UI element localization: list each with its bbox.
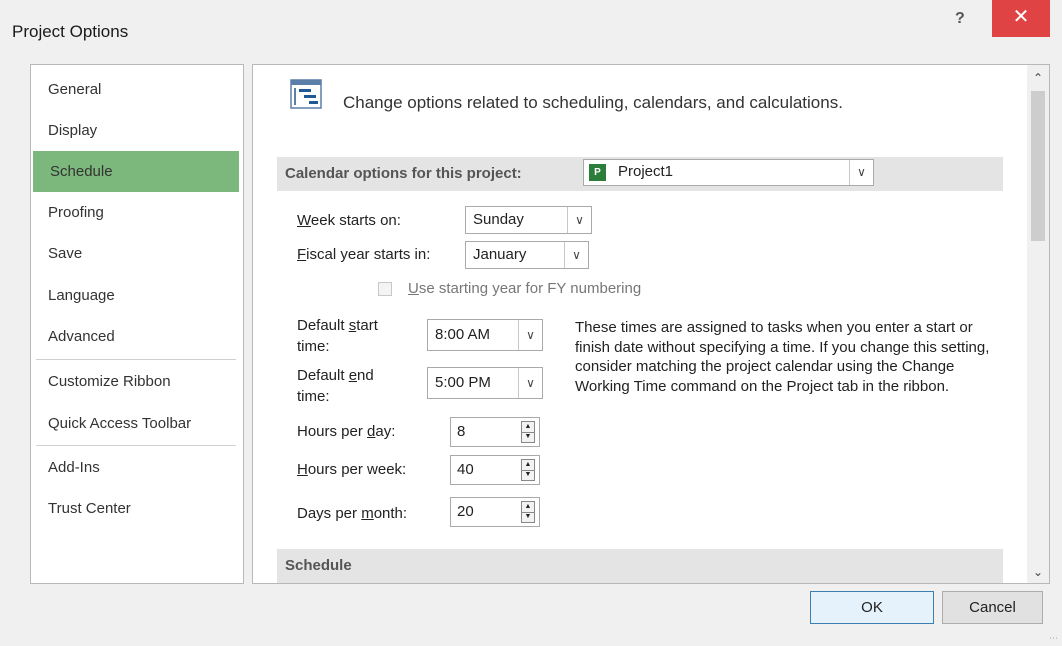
- close-icon: ✕: [1012, 6, 1030, 28]
- close-button[interactable]: ✕: [992, 0, 1050, 37]
- default-end-dropdown[interactable]: 5:00 PM ∨: [427, 367, 543, 399]
- ok-button[interactable]: OK: [810, 591, 934, 624]
- hours-per-week-value: 40: [457, 461, 474, 478]
- nav-item-display[interactable]: Display: [31, 110, 239, 151]
- nav-item-general[interactable]: General: [31, 69, 239, 110]
- calendar-options-label: Calendar options for this project:: [285, 165, 522, 182]
- default-start-label-line2: time:: [297, 338, 330, 355]
- hours-per-week-spinner[interactable]: 40 ▲ ▼: [450, 455, 540, 485]
- week-starts-value: Sunday: [473, 211, 524, 228]
- chevron-down-icon[interactable]: ∨: [518, 368, 542, 398]
- times-explanation: These times are assigned to tasks when y…: [575, 319, 990, 395]
- default-end-label: Default end: [297, 367, 374, 384]
- chevron-down-icon[interactable]: ∨: [564, 242, 588, 268]
- fiscal-year-label: Fiscal year starts in:: [297, 246, 431, 263]
- resize-grip-icon[interactable]: ⋯: [1049, 633, 1059, 643]
- days-per-month-label: Days per month:: [297, 505, 408, 522]
- project-file-icon: P: [589, 164, 606, 181]
- nav-item-save[interactable]: Save: [31, 233, 239, 274]
- options-panel: Change options related to scheduling, ca…: [252, 64, 1050, 584]
- use-starting-year-label: Use starting year for FY numbering: [408, 280, 642, 297]
- nav-item-add-ins[interactable]: Add-Ins: [31, 447, 239, 488]
- hours-per-week-label: Hours per week:: [297, 461, 407, 478]
- spinner-arrows[interactable]: ▲ ▼: [521, 421, 535, 443]
- fiscal-year-dropdown[interactable]: January ∨: [465, 241, 589, 269]
- schedule-section: Schedule: [277, 549, 1003, 583]
- spinner-arrows[interactable]: ▲ ▼: [521, 459, 535, 481]
- project-dropdown[interactable]: P Project1 ∨: [583, 159, 874, 186]
- nav-item-quick-access-toolbar[interactable]: Quick Access Toolbar: [31, 403, 239, 444]
- title-bar: Project Options ? ✕: [0, 0, 1062, 60]
- use-starting-year-checkbox[interactable]: [378, 282, 392, 296]
- arrow-down-icon[interactable]: ▼: [522, 470, 534, 480]
- category-nav: General Display Schedule Proofing Save L…: [30, 64, 244, 584]
- cancel-button[interactable]: Cancel: [942, 591, 1043, 624]
- nav-divider: [36, 445, 236, 446]
- nav-item-advanced[interactable]: Advanced: [31, 316, 239, 357]
- hours-per-day-spinner[interactable]: 8 ▲ ▼: [450, 417, 540, 447]
- days-per-month-spinner[interactable]: 20 ▲ ▼: [450, 497, 540, 527]
- spinner-arrows[interactable]: ▲ ▼: [521, 501, 535, 523]
- chevron-down-icon[interactable]: ∨: [518, 320, 542, 350]
- nav-divider: [36, 359, 236, 360]
- scroll-thumb[interactable]: [1031, 91, 1045, 241]
- fiscal-year-value: January: [473, 246, 527, 263]
- schedule-options-icon: [290, 79, 322, 109]
- arrow-down-icon[interactable]: ▼: [522, 432, 534, 442]
- nav-item-customize-ribbon[interactable]: Customize Ribbon: [31, 361, 239, 402]
- default-start-value: 8:00 AM: [435, 326, 491, 343]
- scroll-down-icon[interactable]: ⌄: [1027, 565, 1049, 579]
- vertical-scrollbar[interactable]: ⌃ ⌄: [1027, 65, 1049, 583]
- chevron-down-icon[interactable]: ∨: [849, 160, 873, 185]
- nav-item-language[interactable]: Language: [31, 275, 239, 316]
- panel-header: Change options related to scheduling, ca…: [343, 93, 843, 112]
- hours-per-day-value: 8: [457, 423, 466, 440]
- arrow-down-icon[interactable]: ▼: [522, 512, 534, 522]
- help-button[interactable]: ?: [955, 10, 965, 28]
- week-starts-dropdown[interactable]: Sunday ∨: [465, 206, 592, 234]
- default-end-value: 5:00 PM: [435, 374, 491, 391]
- project-dropdown-value: Project1: [618, 163, 674, 180]
- scroll-up-icon[interactable]: ⌃: [1027, 71, 1049, 85]
- default-end-label-line2: time:: [297, 388, 330, 405]
- nav-item-trust-center[interactable]: Trust Center: [31, 488, 239, 529]
- default-start-dropdown[interactable]: 8:00 AM ∨: [427, 319, 543, 351]
- hours-per-day-label: Hours per day:: [297, 423, 396, 440]
- nav-item-schedule[interactable]: Schedule: [33, 151, 239, 192]
- days-per-month-value: 20: [457, 503, 474, 520]
- default-start-label: Default start: [297, 317, 378, 334]
- schedule-section-label: Schedule: [285, 557, 352, 574]
- nav-item-proofing[interactable]: Proofing: [31, 192, 239, 233]
- week-starts-label: Week starts on:: [297, 212, 401, 229]
- window-title: Project Options: [12, 22, 129, 41]
- chevron-down-icon[interactable]: ∨: [567, 207, 591, 233]
